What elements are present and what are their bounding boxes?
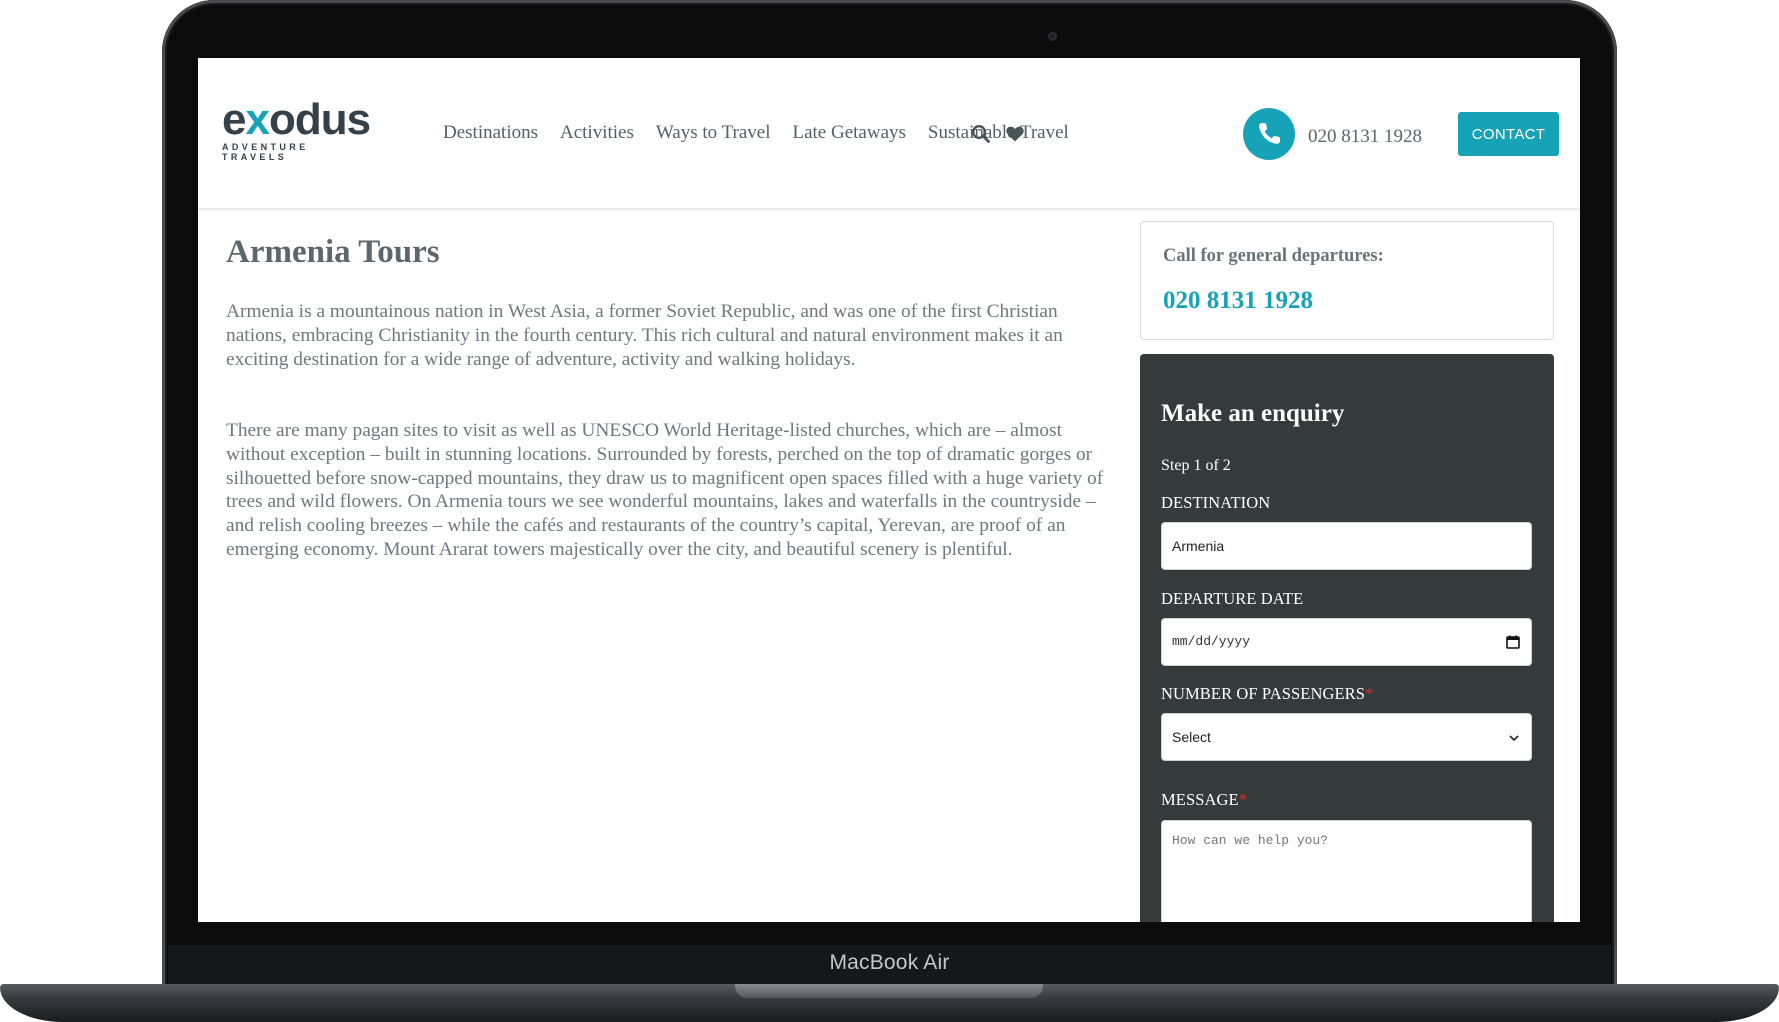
nav-destinations[interactable]: Destinations	[443, 122, 538, 144]
message-label: MESSAGE*	[1161, 790, 1248, 809]
passengers-select[interactable]: Select	[1161, 713, 1532, 761]
nav-sustainable-travel[interactable]: Sustainable Travel	[928, 122, 1069, 144]
intro-paragraph-2: There are many pagan sites to visit as w…	[226, 420, 1104, 560]
contact-button[interactable]: CONTACT	[1458, 112, 1559, 156]
message-textarea[interactable]: How can we help you?	[1161, 820, 1532, 922]
departure-date-label: DEPARTURE DATE	[1161, 589, 1304, 608]
browser-viewport: exodus ADVENTURE TRAVELS Destinations Ac…	[198, 58, 1580, 922]
destination-field[interactable]: Armenia	[1161, 522, 1532, 570]
required-mark: *	[1238, 790, 1248, 809]
calendar-icon[interactable]	[1505, 634, 1521, 650]
nav-late-getaways[interactable]: Late Getaways	[792, 122, 905, 144]
phone-handset-icon	[1259, 123, 1280, 144]
call-label: Call for general departures:	[1163, 246, 1384, 266]
nav-ways-to-travel[interactable]: Ways to Travel	[656, 122, 771, 144]
heart-icon[interactable]	[1005, 124, 1025, 144]
required-mark: *	[1365, 684, 1374, 703]
camera-icon	[1048, 32, 1057, 41]
destination-label: DESTINATION	[1161, 493, 1271, 512]
logo-tagline: ADVENTURE TRAVELS	[222, 142, 309, 162]
passengers-label: NUMBER OF PASSENGERS*	[1161, 684, 1374, 703]
message-placeholder: How can we help you?	[1172, 833, 1329, 848]
departure-date-value: mm/dd/yyyy	[1172, 634, 1251, 649]
departure-date-field[interactable]: mm/dd/yyyy	[1161, 618, 1532, 666]
logo-wordmark: exodus	[222, 95, 371, 144]
exodus-logo[interactable]: exodus ADVENTURE TRAVELS	[222, 95, 372, 163]
call-phone-number[interactable]: 020 8131 1928	[1163, 287, 1313, 315]
destination-value: Armenia	[1172, 538, 1225, 554]
enquiry-form: Make an enquiry Step 1 of 2 DESTINATION …	[1140, 354, 1554, 922]
call-departures-box: Call for general departures: 020 8131 19…	[1140, 221, 1554, 340]
search-icon[interactable]	[971, 124, 991, 144]
intro-paragraph-1: Armenia is a mountainous nation in West …	[226, 301, 1063, 370]
header-phone-number[interactable]: 020 8131 1928	[1308, 126, 1422, 148]
page-title: Armenia Tours	[226, 234, 440, 270]
laptop-notch	[735, 984, 1043, 998]
enquiry-step-indicator: Step 1 of 2	[1161, 457, 1231, 474]
phone-icon[interactable]	[1243, 108, 1295, 160]
chevron-down-icon	[1509, 735, 1519, 742]
device-label: MacBook Air	[829, 951, 950, 974]
site-header: exodus ADVENTURE TRAVELS Destinations Ac…	[198, 58, 1580, 209]
passengers-value: Select	[1172, 729, 1211, 745]
enquiry-title: Make an enquiry	[1161, 400, 1345, 427]
nav-activities[interactable]: Activities	[560, 122, 634, 144]
